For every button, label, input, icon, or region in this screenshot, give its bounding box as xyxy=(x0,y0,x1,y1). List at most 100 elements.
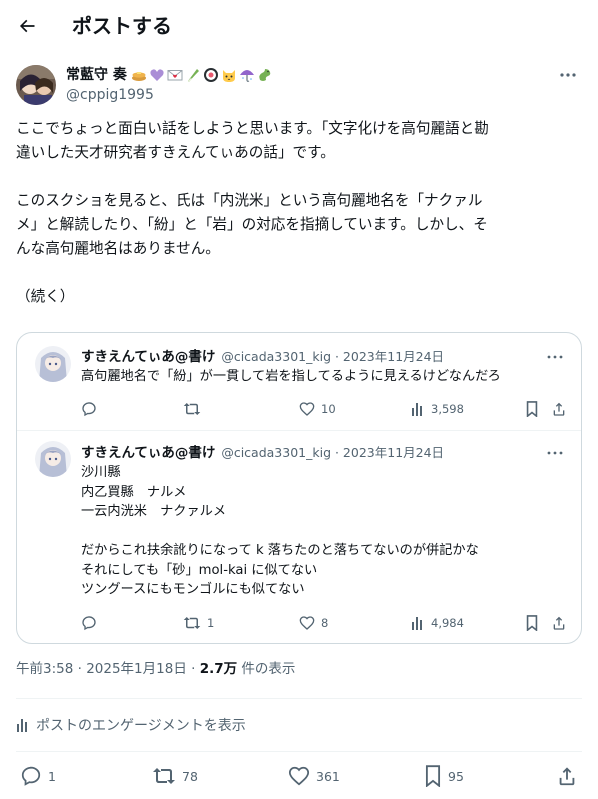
page-title: ポストする xyxy=(72,14,172,38)
quoted-action-bar: 1 8 4,984 xyxy=(81,613,571,633)
top-bar: ポストする xyxy=(0,0,598,53)
reply-button[interactable]: 1 xyxy=(20,764,56,788)
quoted-bookmark-button[interactable] xyxy=(525,399,545,419)
post-body-line: （続く） xyxy=(16,288,75,305)
more-horizontal-icon xyxy=(547,355,563,359)
quoted-text-line: だからこれ扶余訛りになって k 落ちたのと落ちてないのが併記かな xyxy=(81,543,479,558)
heart-icon xyxy=(288,766,310,786)
post-timestamp: 午前3:58 · 2025年1月18日 · 2.7万 件の表示 xyxy=(16,659,295,679)
quoted-text-line xyxy=(81,522,479,542)
quoted-author-name[interactable]: すきえんてぃあ@書け xyxy=(81,441,215,461)
repost-button[interactable]: 78 xyxy=(152,764,198,788)
quoted-tweet[interactable]: すきえんてぃあ@書け @cicada3301_kig · 2023年11月24日… xyxy=(17,431,581,643)
post-body-line xyxy=(16,165,582,189)
purple-heart-icon xyxy=(150,69,164,81)
quoted-handle-date: @cicada3301_kig · 2023年11月24日 xyxy=(221,348,445,364)
quoted-views-button[interactable]: 4,984 xyxy=(411,613,464,633)
share-icon xyxy=(559,767,575,786)
bookmark-icon xyxy=(425,765,441,787)
quoted-text-line: それにしても「砂」mol-kai に似てない xyxy=(81,562,318,578)
repost-icon xyxy=(153,768,175,784)
share-icon xyxy=(553,402,565,416)
quoted-avatar[interactable] xyxy=(35,346,71,382)
quoted-thread-card[interactable]: すきえんてぃあ@書け @cicada3301_kig · 2023年11月24日… xyxy=(16,332,582,644)
quoted-more-button[interactable] xyxy=(545,445,565,461)
more-horizontal-icon xyxy=(560,73,576,77)
quoted-like-button[interactable]: 10 xyxy=(299,399,336,419)
repost-icon xyxy=(183,617,201,629)
reply-count: 1 xyxy=(48,768,56,784)
leek-icon xyxy=(187,69,199,82)
quoted-bookmark-button[interactable] xyxy=(525,613,545,633)
reply-icon xyxy=(82,616,96,631)
share-button[interactable] xyxy=(556,764,584,788)
back-button[interactable] xyxy=(14,13,40,39)
arrow-left-icon xyxy=(19,19,35,33)
bookmark-icon xyxy=(526,401,538,417)
quoted-handle-date: @cicada3301_kig · 2023年11月24日 xyxy=(221,444,445,460)
post-body-line: 違いした天才研究者すきえんてぃあの話」です。 xyxy=(16,144,335,161)
quoted-text-line: 高句麗地名で「紛」が一貫して岩を指してるように見えるけどなんだろ xyxy=(81,369,501,384)
quoted-views-button[interactable]: 3,598 xyxy=(411,399,464,419)
quoted-repost-button[interactable] xyxy=(183,399,207,419)
umbrella-icon xyxy=(239,70,254,82)
post-body-line: メ」と解読したり、「紛」と「岩」の対応を指摘しています。しかし、そ xyxy=(16,216,488,233)
quoted-header: すきえんてぃあ@書け @cicada3301_kig · 2023年11月24日 xyxy=(81,345,445,366)
quoted-tweet[interactable]: すきえんてぃあ@書け @cicada3301_kig · 2023年11月24日… xyxy=(17,333,581,430)
author-avatar[interactable] xyxy=(16,65,56,105)
quoted-text: 高句麗地名で「紛」が一貫して岩を指してるように見えるけどなんだろ xyxy=(81,367,501,387)
post-date[interactable]: 午前3:58 · 2025年1月18日 · xyxy=(16,661,200,677)
quoted-text: 沙川縣 内乙買縣 ナルメ 一云内洸米 ナクァルメ だからこれ扶余訛りになって k… xyxy=(81,463,479,600)
quoted-like-count: 8 xyxy=(321,616,329,630)
bookmark-icon xyxy=(526,615,538,631)
quoted-text-line: 沙川縣 xyxy=(81,465,121,480)
heart-icon xyxy=(299,402,315,416)
pancake-icon xyxy=(131,72,146,81)
quoted-text-line: 一云内洸米 ナクァルメ xyxy=(81,504,227,519)
share-icon xyxy=(553,616,565,630)
author-handle[interactable]: @cppig1995 xyxy=(66,85,154,105)
author-name[interactable]: 常藍守 奏 xyxy=(66,65,127,85)
quoted-views-count: 4,984 xyxy=(431,616,464,630)
engagement-label: ポストのエンゲージメントを表示 xyxy=(36,718,246,734)
quoted-avatar[interactable] xyxy=(35,441,71,477)
views-chart-icon xyxy=(17,719,27,732)
quoted-like-button[interactable]: 8 xyxy=(299,613,328,633)
quoted-like-count: 10 xyxy=(321,402,336,416)
love-letter-icon xyxy=(167,70,183,81)
quoted-share-button[interactable] xyxy=(551,399,573,419)
like-count: 361 xyxy=(316,768,340,784)
views-count: 2.7万 xyxy=(199,661,238,677)
quoted-repost-count: 1 xyxy=(207,616,215,630)
like-button[interactable]: 361 xyxy=(288,764,340,788)
post-body: ここでちょっと面白い話をしようと思います。「文字化けを高句麗語と勘 違いした天才… xyxy=(16,117,582,309)
heart-icon xyxy=(299,616,315,630)
author-name-row: 常藍守 奏 xyxy=(66,65,275,85)
post-body-line xyxy=(16,261,582,285)
reply-icon xyxy=(82,402,96,417)
dragon-icon xyxy=(259,69,271,81)
post-body-line: んな高句麗地名はありません。 xyxy=(16,240,220,257)
quoted-reply-button[interactable] xyxy=(81,613,103,633)
more-options-button[interactable] xyxy=(558,67,578,83)
post-body-line: ここでちょっと面白い話をしようと思います。「文字化けを高句麗語と勘 xyxy=(16,120,489,137)
more-horizontal-icon xyxy=(547,451,563,455)
quoted-author-name[interactable]: すきえんてぃあ@書け xyxy=(81,345,215,365)
repost-icon xyxy=(183,403,201,415)
quoted-repost-button[interactable]: 1 xyxy=(183,613,214,633)
quoted-views-count: 3,598 xyxy=(431,402,464,416)
views-chart-icon xyxy=(412,403,422,416)
bookmark-count: 95 xyxy=(448,768,464,784)
divider xyxy=(16,751,582,752)
quoted-more-button[interactable] xyxy=(545,349,565,365)
quoted-header: すきえんてぃあ@書け @cicada3301_kig · 2023年11月24日 xyxy=(81,441,445,462)
bookmark-button[interactable]: 95 xyxy=(424,764,464,788)
divider xyxy=(16,698,582,699)
post-action-bar: 1 78 361 95 xyxy=(16,764,582,788)
quoted-reply-button[interactable] xyxy=(81,399,103,419)
quoted-share-button[interactable] xyxy=(551,613,573,633)
quoted-text-line: ツングースにもモンゴルにも似てない xyxy=(81,582,305,597)
view-engagement-link[interactable]: ポストのエンゲージメントを表示 xyxy=(16,713,246,737)
post-author: 常藍守 奏 @cppig1995 xyxy=(16,63,582,107)
reply-icon xyxy=(21,766,41,786)
